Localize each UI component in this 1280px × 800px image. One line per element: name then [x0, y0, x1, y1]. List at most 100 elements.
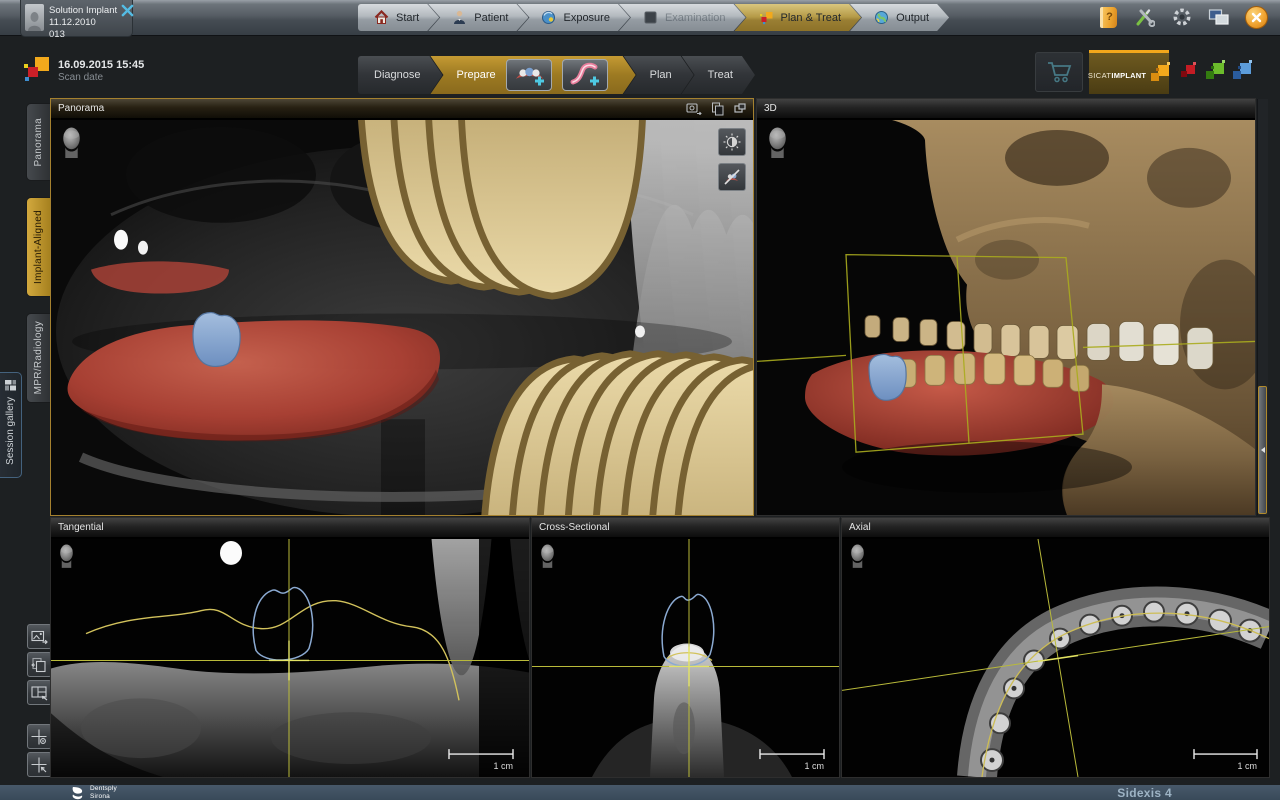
three-d-render-image [757, 120, 1255, 515]
nav-examination[interactable]: Examination [619, 4, 746, 31]
cart-icon [1046, 60, 1072, 84]
app-green-button[interactable] [1203, 60, 1227, 84]
reset-layout-button[interactable] [27, 680, 52, 705]
copy-icon [31, 657, 48, 673]
plan-treat-icon [759, 10, 774, 25]
app-blue-button[interactable] [1230, 60, 1254, 84]
panorama-xray-image [51, 120, 753, 515]
windows-icon [1208, 7, 1230, 27]
cross-sectional-view[interactable]: 1 cm [532, 539, 839, 777]
dentsply-sirona-icon [70, 786, 85, 800]
nav-output[interactable]: Output [850, 4, 949, 31]
sidexis-label: Sidexis 4 [1117, 785, 1172, 800]
tools-button[interactable] [1134, 5, 1156, 29]
panorama-view[interactable] [51, 120, 753, 515]
tab-implant-aligned-workspace[interactable]: Implant-Aligned [26, 197, 50, 297]
nav-plan-treat[interactable]: Plan & Treat [735, 4, 862, 31]
panorama-panel: Panorama [50, 98, 754, 516]
patient-record-id: 013 [49, 29, 134, 41]
workflow-diagnose[interactable]: Diagnose [358, 56, 442, 94]
export-screenshot-button[interactable] [27, 624, 52, 649]
axial-view[interactable]: 1 cm [842, 539, 1269, 777]
three-d-panel: 3D [756, 98, 1256, 516]
brightness-contrast-button[interactable] [718, 128, 746, 156]
shop-cart-button[interactable] [1035, 52, 1083, 92]
close-icon [1251, 12, 1262, 23]
settings-button[interactable] [1171, 5, 1193, 29]
title-bar: Solution Implant 11.12.2010 013 Start Pa… [0, 0, 1280, 36]
tangential-panel-header: Tangential [51, 518, 529, 538]
green-squares-icon [1205, 62, 1225, 82]
hide-objects-button[interactable] [718, 163, 746, 191]
gallery-grid-icon [5, 380, 16, 391]
workflow-label: Prepare [456, 69, 495, 81]
panel-title: Tangential [58, 522, 104, 533]
scale-label: 1 cm [805, 761, 824, 771]
axial-panel: Axial 1 cm [841, 517, 1270, 778]
app-red-button[interactable] [1176, 60, 1200, 84]
scrollbar-handle[interactable] [1258, 386, 1267, 514]
home-icon [374, 10, 389, 25]
hide-objects-icon [723, 168, 741, 186]
session-gallery-label: Session gallery [5, 397, 16, 465]
windows-button[interactable] [1208, 5, 1230, 29]
phase-nav: Start Patient Exposure Examination Plan … [358, 4, 949, 31]
copy-to-clipboard-button[interactable] [27, 652, 52, 677]
nav-patient[interactable]: Patient [428, 4, 528, 31]
patient-card[interactable]: Solution Implant 11.12.2010 013 [20, 0, 133, 37]
workflow-label: Treat [708, 69, 733, 81]
nav-exposure[interactable]: Exposure [517, 4, 629, 31]
orientation-head-icon [848, 544, 867, 568]
maximize-view-icon[interactable] [734, 103, 746, 114]
close-app-button[interactable] [1245, 6, 1268, 29]
optical-scan-icon [513, 62, 545, 88]
dentsply-sirona-logo: Dentsply Sirona [70, 785, 117, 800]
blue-squares-icon [1232, 62, 1252, 82]
tangential-panel: Tangential 1 cm [50, 517, 530, 778]
view-scrollbar[interactable] [1257, 99, 1268, 515]
close-patient-icon[interactable] [121, 4, 134, 17]
screenshot-icon[interactable] [686, 102, 702, 115]
sicat-implant-icon [1150, 64, 1170, 84]
collapse-arrow-icon [1261, 447, 1265, 453]
cross-sectional-panel-header: Cross-Sectional [532, 518, 839, 538]
orientation-head-icon [57, 544, 76, 568]
tools-icon [1135, 7, 1155, 27]
segment-jaw-button[interactable] [562, 59, 608, 91]
exposure-icon [541, 10, 556, 25]
scale-label: 1 cm [494, 761, 513, 771]
tab-label: Implant-Aligned [33, 210, 44, 284]
center-crosshair-button[interactable] [27, 752, 52, 777]
sicat-logo-icon [24, 57, 49, 84]
nav-start[interactable]: Start [358, 4, 439, 31]
brightness-icon [723, 133, 741, 151]
help-button[interactable]: ? [1097, 5, 1119, 29]
workflow-prepare[interactable]: Prepare [430, 56, 635, 94]
tab-panorama-workspace[interactable]: Panorama [26, 103, 50, 181]
orientation-head-icon [765, 127, 790, 158]
tab-mpr-radiology-workspace[interactable]: MPR/Radiology [26, 313, 50, 403]
help-book-icon: ? [1100, 7, 1117, 28]
axial-panel-header: Axial [842, 518, 1269, 538]
layout-icon [31, 685, 48, 701]
sicat-implant-button[interactable]: SICATIMPLANT [1089, 50, 1169, 94]
scan-info: 16.09.2015 15:45 Scan date [24, 57, 144, 84]
panorama-panel-header: Panorama [51, 99, 753, 119]
cross-sectional-panel: Cross-Sectional 1 cm [531, 517, 840, 778]
cross-sectional-slice-image: 1 cm [532, 539, 839, 777]
output-icon [874, 10, 889, 25]
sicat-brand-label: SICAT [1088, 71, 1112, 80]
three-d-view[interactable] [757, 120, 1255, 515]
panel-title: Panorama [58, 103, 104, 114]
copy-view-icon[interactable] [711, 102, 725, 116]
toggle-crosshair-button[interactable] [27, 724, 52, 749]
tangential-view[interactable]: 1 cm [51, 539, 529, 777]
system-icons: ? [1097, 5, 1268, 29]
red-squares-icon [1180, 64, 1196, 80]
import-optical-scan-button[interactable] [506, 59, 552, 91]
orientation-head-icon [538, 544, 557, 568]
session-gallery-tab[interactable]: Session gallery [0, 372, 22, 478]
app-window: { "title_bar": { "patient": { "name": "S… [0, 0, 1280, 800]
export-image-icon [31, 629, 48, 645]
patient-avatar-icon [25, 4, 44, 31]
